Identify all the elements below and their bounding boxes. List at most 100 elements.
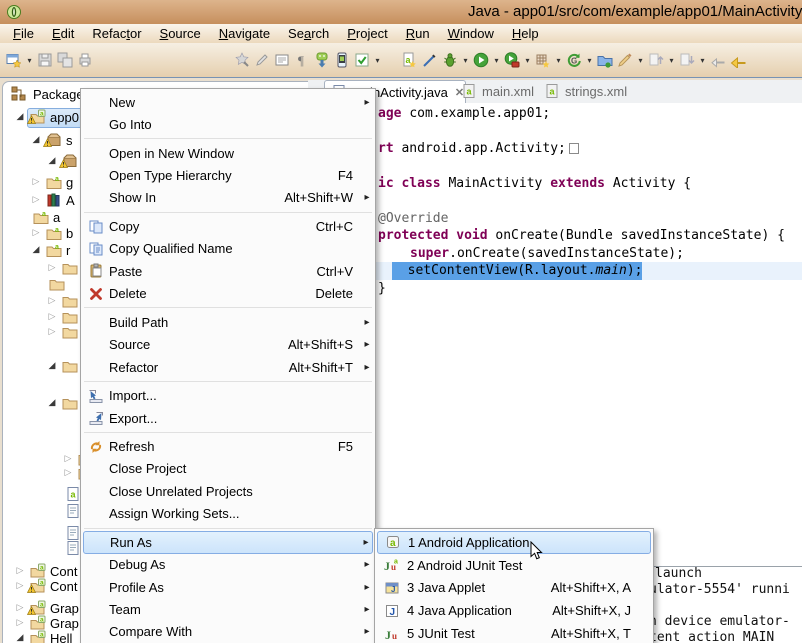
menubar-item-refactor[interactable]: Refactor <box>83 24 150 43</box>
menu-item-assign-working-sets[interactable]: Assign Working Sets... <box>83 503 373 525</box>
menu-item-open-in-new-window[interactable]: Open in New Window <box>83 142 373 164</box>
menu-item-profile-as[interactable]: Profile As▸ <box>83 576 373 598</box>
toolbar-button-back[interactable] <box>708 50 728 70</box>
toolbar-button-new-android-xml[interactable]: a <box>400 50 420 70</box>
toolbar-button-run-external[interactable] <box>502 50 522 70</box>
toolbar-button-print[interactable] <box>75 50 95 70</box>
menu-item-refresh[interactable]: RefreshF5 <box>83 435 373 457</box>
dropdown-caret-icon[interactable]: ▾ <box>635 56 646 65</box>
menu-item-close-unrelated-projects[interactable]: Close Unrelated Projects <box>83 480 373 502</box>
menu-item-import[interactable]: Import... <box>83 384 373 406</box>
menubar-item-navigate[interactable]: Navigate <box>210 24 279 43</box>
menu-item-new[interactable]: New▸ <box>83 91 373 113</box>
menubar-item-file[interactable]: File <box>4 24 43 43</box>
dropdown-caret-icon[interactable]: ▾ <box>372 56 383 65</box>
toolbar-button-task[interactable] <box>232 50 252 70</box>
package-explorer-tab[interactable]: Package <box>11 86 84 102</box>
toolbar-button-save-all[interactable] <box>55 50 75 70</box>
expand-arrow-icon[interactable]: ▷ <box>15 602 25 613</box>
menu-item-open-type-hierarchy[interactable]: Open Type HierarchyF4 <box>83 164 373 186</box>
menu-item-export[interactable]: Export... <box>83 407 373 429</box>
submenu-item-1-android-application[interactable]: a1 Android Application <box>377 531 651 554</box>
dropdown-caret-icon[interactable]: ▾ <box>697 56 708 65</box>
toolbar-button-coverage[interactable] <box>533 50 553 70</box>
expand-arrow-icon[interactable]: ▷ <box>31 176 41 187</box>
menu-item-source[interactable]: SourceAlt+Shift+S▸ <box>83 333 373 355</box>
dropdown-caret-icon[interactable]: ▾ <box>522 56 533 65</box>
dropdown-caret-icon[interactable]: ▾ <box>460 56 471 65</box>
expand-arrow-icon[interactable]: ▷ <box>47 326 57 337</box>
dropdown-caret-icon[interactable]: ▾ <box>491 56 502 65</box>
collapse-arrow-icon[interactable]: ◢ <box>15 111 25 122</box>
toolbar-button-highlighter[interactable] <box>615 50 635 70</box>
menu-item-run-as[interactable]: Run As▸ <box>83 531 373 553</box>
expand-arrow-icon[interactable]: ▷ <box>31 194 41 205</box>
submenu-item-2-android-junit-test[interactable]: Jua2 Android JUnit Test <box>377 554 651 577</box>
collapse-arrow-icon[interactable]: ◢ <box>15 632 25 643</box>
menu-item-debug-as[interactable]: Debug As▸ <box>83 554 373 576</box>
toolbar-button-pen[interactable] <box>420 50 440 70</box>
expand-arrow-icon[interactable]: ▷ <box>15 565 25 576</box>
console-line: launch <box>655 566 702 582</box>
menubar-item-window[interactable]: Window <box>439 24 503 43</box>
collapse-arrow-icon[interactable]: ◢ <box>31 134 41 145</box>
expand-arrow-icon[interactable]: ▷ <box>15 580 25 591</box>
expand-arrow-icon[interactable]: ▷ <box>47 295 57 306</box>
menu-item-go-into[interactable]: Go Into <box>83 113 373 135</box>
menubar-item-edit[interactable]: Edit <box>43 24 83 43</box>
toolbar-button-next-edit[interactable] <box>677 50 697 70</box>
svg-text:J: J <box>385 628 391 642</box>
menubar-item-help[interactable]: Help <box>503 24 548 43</box>
menubar-item-project[interactable]: Project <box>338 24 396 43</box>
toolbar-button-run[interactable] <box>471 50 491 70</box>
menu-item-paste[interactable]: PasteCtrl+V <box>83 260 373 282</box>
code-token: age <box>378 106 409 121</box>
collapse-arrow-icon[interactable]: ◢ <box>47 360 57 371</box>
expand-arrow-icon[interactable]: ▷ <box>63 467 73 478</box>
toolbar-button-open-folder[interactable] <box>595 50 615 70</box>
toolbar-button-checkbox[interactable] <box>352 50 372 70</box>
toolbar-button-forward[interactable] <box>728 50 748 70</box>
menubar-item-source[interactable]: Source <box>151 24 210 43</box>
toolbar-button-pencil[interactable] <box>252 50 272 70</box>
dropdown-caret-icon[interactable]: ▾ <box>666 56 677 65</box>
menubar-item-search[interactable]: Search <box>279 24 338 43</box>
dropdown-caret-icon[interactable]: ▾ <box>24 56 35 65</box>
toolbar-button-new-wizard[interactable] <box>4 50 24 70</box>
editor-tab-strings-xml[interactable]: astrings.xml <box>538 80 644 102</box>
toolbar-button-pilcrow[interactable]: ¶ <box>292 50 312 70</box>
collapse-arrow-icon[interactable]: ◢ <box>47 397 57 408</box>
expand-arrow-icon[interactable]: ▷ <box>31 227 41 238</box>
menu-item-copy[interactable]: CopyCtrl+C <box>83 215 373 237</box>
expand-arrow-icon[interactable]: ▷ <box>47 262 57 273</box>
folded-region-icon[interactable] <box>569 143 579 154</box>
expand-arrow-icon[interactable]: ▷ <box>15 617 25 628</box>
menu-item-close-project[interactable]: Close Project <box>83 458 373 480</box>
collapse-arrow-icon[interactable]: ◢ <box>31 244 41 255</box>
toolbar-button-save[interactable] <box>35 50 55 70</box>
toolbar-button-sdk-manager[interactable] <box>312 50 332 70</box>
submenu-item-5-junit-test[interactable]: Ju5 JUnit TestAlt+Shift+X, T <box>377 622 651 643</box>
menu-item-copy-qualified-name[interactable]: Copy Qualified Name <box>83 238 373 260</box>
editor-tab-main-xml[interactable]: amain.xml <box>455 80 547 102</box>
menu-item-team[interactable]: Team▸ <box>83 598 373 620</box>
expand-arrow-icon[interactable]: ▷ <box>63 453 73 464</box>
toolbar-button-prev-edit[interactable] <box>646 50 666 70</box>
menu-item-compare-with[interactable]: Compare With▸ <box>83 621 373 643</box>
toolbar-button-avd-manager[interactable] <box>332 50 352 70</box>
menu-item-build-path[interactable]: Build Path▸ <box>83 311 373 333</box>
menu-item-refactor[interactable]: RefactorAlt+Shift+T▸ <box>83 356 373 378</box>
submenu-item-4-java-application[interactable]: J4 Java ApplicationAlt+Shift+X, J <box>377 599 651 622</box>
toolbar-button-sync[interactable]: G <box>564 50 584 70</box>
dropdown-caret-icon[interactable]: ▾ <box>553 56 564 65</box>
toolbar-button-debug[interactable] <box>440 50 460 70</box>
menu-item-label: 5 JUnit Test <box>407 626 551 641</box>
menu-item-delete[interactable]: DeleteDelete <box>83 283 373 305</box>
collapse-arrow-icon[interactable]: ◢ <box>47 155 57 166</box>
menubar-item-run[interactable]: Run <box>397 24 439 43</box>
dropdown-caret-icon[interactable]: ▾ <box>584 56 595 65</box>
submenu-item-3-java-applet[interactable]: J3 Java AppletAlt+Shift+X, A <box>377 577 651 600</box>
menu-item-show-in[interactable]: Show InAlt+Shift+W▸ <box>83 187 373 209</box>
expand-arrow-icon[interactable]: ▷ <box>47 311 57 322</box>
toolbar-button-textbox[interactable] <box>272 50 292 70</box>
